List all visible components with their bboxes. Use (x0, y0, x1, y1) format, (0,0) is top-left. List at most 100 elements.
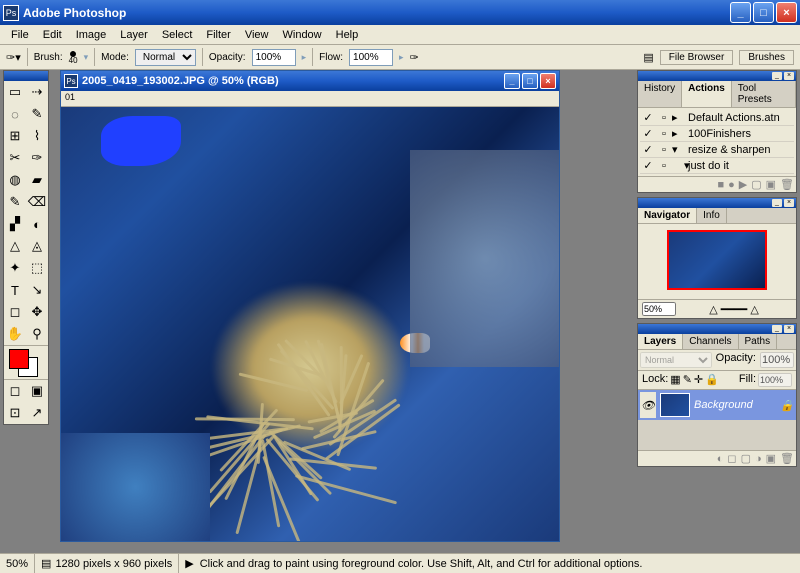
action-dialog-toggle[interactable]: ▫ (656, 144, 672, 156)
palette-minimize-button[interactable]: _ (772, 199, 782, 207)
layer-style-icon[interactable]: ◐ (717, 453, 724, 465)
action-dialog-toggle[interactable]: ▫ (656, 160, 672, 172)
menu-layer[interactable]: Layer (113, 27, 155, 43)
move-tool[interactable]: ⇢ (26, 81, 48, 103)
minimize-button[interactable]: _ (730, 2, 751, 23)
brush-preset-dropdown[interactable]: ●40 (69, 49, 78, 65)
eraser-tool[interactable]: ⌫ (26, 191, 48, 213)
maximize-button[interactable]: □ (753, 2, 774, 23)
line-tool[interactable]: ↘ (26, 279, 48, 301)
opacity-input[interactable] (252, 49, 296, 66)
trash-icon[interactable]: 🗑 (780, 178, 794, 191)
notes-tool[interactable]: ✥ (26, 301, 48, 323)
brush-tool[interactable]: ✑ (26, 147, 48, 169)
action-dialog-toggle[interactable]: ▫ (656, 112, 672, 124)
menu-help[interactable]: Help (329, 27, 366, 43)
tool-presets-tab[interactable]: Tool Presets (732, 81, 796, 107)
quickmask-mode-2[interactable]: ⊡ (4, 402, 26, 424)
lock-image-icon[interactable]: ✎ (683, 373, 692, 387)
lock-all-icon[interactable]: 🔒 (705, 373, 719, 387)
navigator-thumbnail[interactable] (667, 230, 767, 290)
expand-icon[interactable]: ▸ (672, 111, 686, 124)
layer-mask-icon[interactable]: ◻ (727, 452, 736, 465)
layer-opacity-input[interactable] (760, 352, 794, 368)
pencil-tool[interactable]: ✎ (4, 191, 26, 213)
action-checkbox[interactable]: ✓ (640, 159, 656, 172)
expand-icon[interactable]: ▾ (672, 159, 686, 172)
document-canvas[interactable] (61, 107, 559, 541)
action-row[interactable]: ✓▫▾resize & sharpen (640, 142, 794, 158)
rectangle-tool[interactable]: ◻ (4, 301, 26, 323)
action-checkbox[interactable]: ✓ (640, 127, 656, 140)
history-tab[interactable]: History (638, 81, 682, 107)
new-set-icon[interactable]: ▢ (751, 178, 761, 191)
layer-thumbnail[interactable] (660, 393, 690, 417)
quickmask-mode-0[interactable]: ◻ (4, 380, 26, 402)
lock-position-icon[interactable]: ✛ (694, 373, 703, 387)
custom-shape-tool[interactable]: ⬚ (26, 257, 48, 279)
action-row[interactable]: ✓▫▸Default Actions.atn (640, 110, 794, 126)
brush-preview-icon[interactable]: ✑▾ (6, 51, 21, 64)
dodge-tool[interactable]: △ (4, 235, 26, 257)
visibility-toggle-icon[interactable]: 👁 (640, 392, 656, 418)
zoom-slider[interactable]: ━━━━ (721, 304, 748, 316)
info-tab[interactable]: Info (697, 208, 727, 223)
menu-select[interactable]: Select (155, 27, 200, 43)
layer-row[interactable]: 👁 Background 🔒 (638, 390, 796, 420)
flow-input[interactable] (349, 49, 393, 66)
magic-wand-tool[interactable]: ✎ (26, 103, 48, 125)
palette-minimize-button[interactable]: _ (772, 325, 782, 333)
action-row[interactable]: ✓▫▾just do it (640, 158, 794, 174)
status-dimensions[interactable]: ▤1280 pixels x 960 pixels (35, 554, 179, 573)
new-action-icon[interactable]: ▣ (766, 178, 776, 191)
gradient-tool[interactable]: ▞ (4, 213, 26, 235)
navigator-tab[interactable]: Navigator (638, 208, 697, 223)
stop-icon[interactable]: ■ (717, 179, 724, 191)
doc-maximize-button[interactable]: □ (522, 73, 538, 89)
pen-tool[interactable]: ✦ (4, 257, 26, 279)
healing-brush-tool[interactable]: ✂ (4, 147, 26, 169)
quickmask-mode-1[interactable]: ▣ (26, 380, 48, 402)
expand-icon[interactable]: ▸ (672, 127, 686, 140)
airbrush-icon[interactable]: ✑ (410, 51, 419, 64)
expand-icon[interactable]: ▾ (672, 143, 686, 156)
slice-tool[interactable]: ⌇ (26, 125, 48, 147)
hand-tool[interactable]: ✋ (4, 323, 26, 345)
trash-icon[interactable]: 🗑 (780, 452, 794, 465)
play-icon[interactable]: ▶ (739, 178, 747, 191)
blend-mode-select[interactable]: Normal (640, 352, 712, 368)
clone-stamp-tool[interactable]: ◍ (4, 169, 26, 191)
palette-minimize-button[interactable]: _ (772, 72, 782, 80)
file-browser-tab[interactable]: File Browser (660, 50, 734, 65)
palette-well-icon[interactable]: ▤ (643, 51, 653, 64)
document-titlebar[interactable]: Ps 2005_0419_193002.JPG @ 50% (RGB) _ □ … (61, 71, 559, 91)
palette-close-button[interactable]: × (784, 325, 794, 333)
path-selection-tool[interactable]: ◬ (26, 235, 48, 257)
action-checkbox[interactable]: ✓ (640, 143, 656, 156)
menu-file[interactable]: File (4, 27, 36, 43)
toolbox-gripper[interactable] (4, 71, 48, 81)
channels-tab[interactable]: Channels (683, 334, 738, 349)
lasso-tool[interactable]: ◌ (4, 103, 26, 125)
adjustment-layer-icon[interactable]: ◑ (755, 453, 762, 465)
blur-tool[interactable]: ◐ (26, 213, 48, 235)
rect-marquee-tool[interactable]: ▭ (4, 81, 26, 103)
lock-transparent-icon[interactable]: ▦ (670, 373, 680, 387)
action-row[interactable]: ✓▫▸100Finishers (640, 126, 794, 142)
doc-minimize-button[interactable]: _ (504, 73, 520, 89)
close-button[interactable]: × (776, 2, 797, 23)
zoom-tool[interactable]: ⚲ (26, 323, 48, 345)
brushes-tab[interactable]: Brushes (739, 50, 794, 65)
actions-tab[interactable]: Actions (682, 81, 732, 107)
new-layer-icon[interactable]: ▣ (766, 452, 776, 465)
zoom-input[interactable] (642, 302, 676, 316)
type-tool[interactable]: T (4, 279, 26, 301)
paths-tab[interactable]: Paths (739, 334, 778, 349)
layers-tab[interactable]: Layers (638, 334, 683, 349)
action-checkbox[interactable]: ✓ (640, 111, 656, 124)
zoom-out-icon[interactable]: △ (709, 304, 717, 316)
new-set-icon[interactable]: ▢ (741, 452, 751, 465)
crop-tool[interactable]: ⊞ (4, 125, 26, 147)
history-brush-tool[interactable]: ▰ (26, 169, 48, 191)
fill-input[interactable] (758, 373, 792, 387)
